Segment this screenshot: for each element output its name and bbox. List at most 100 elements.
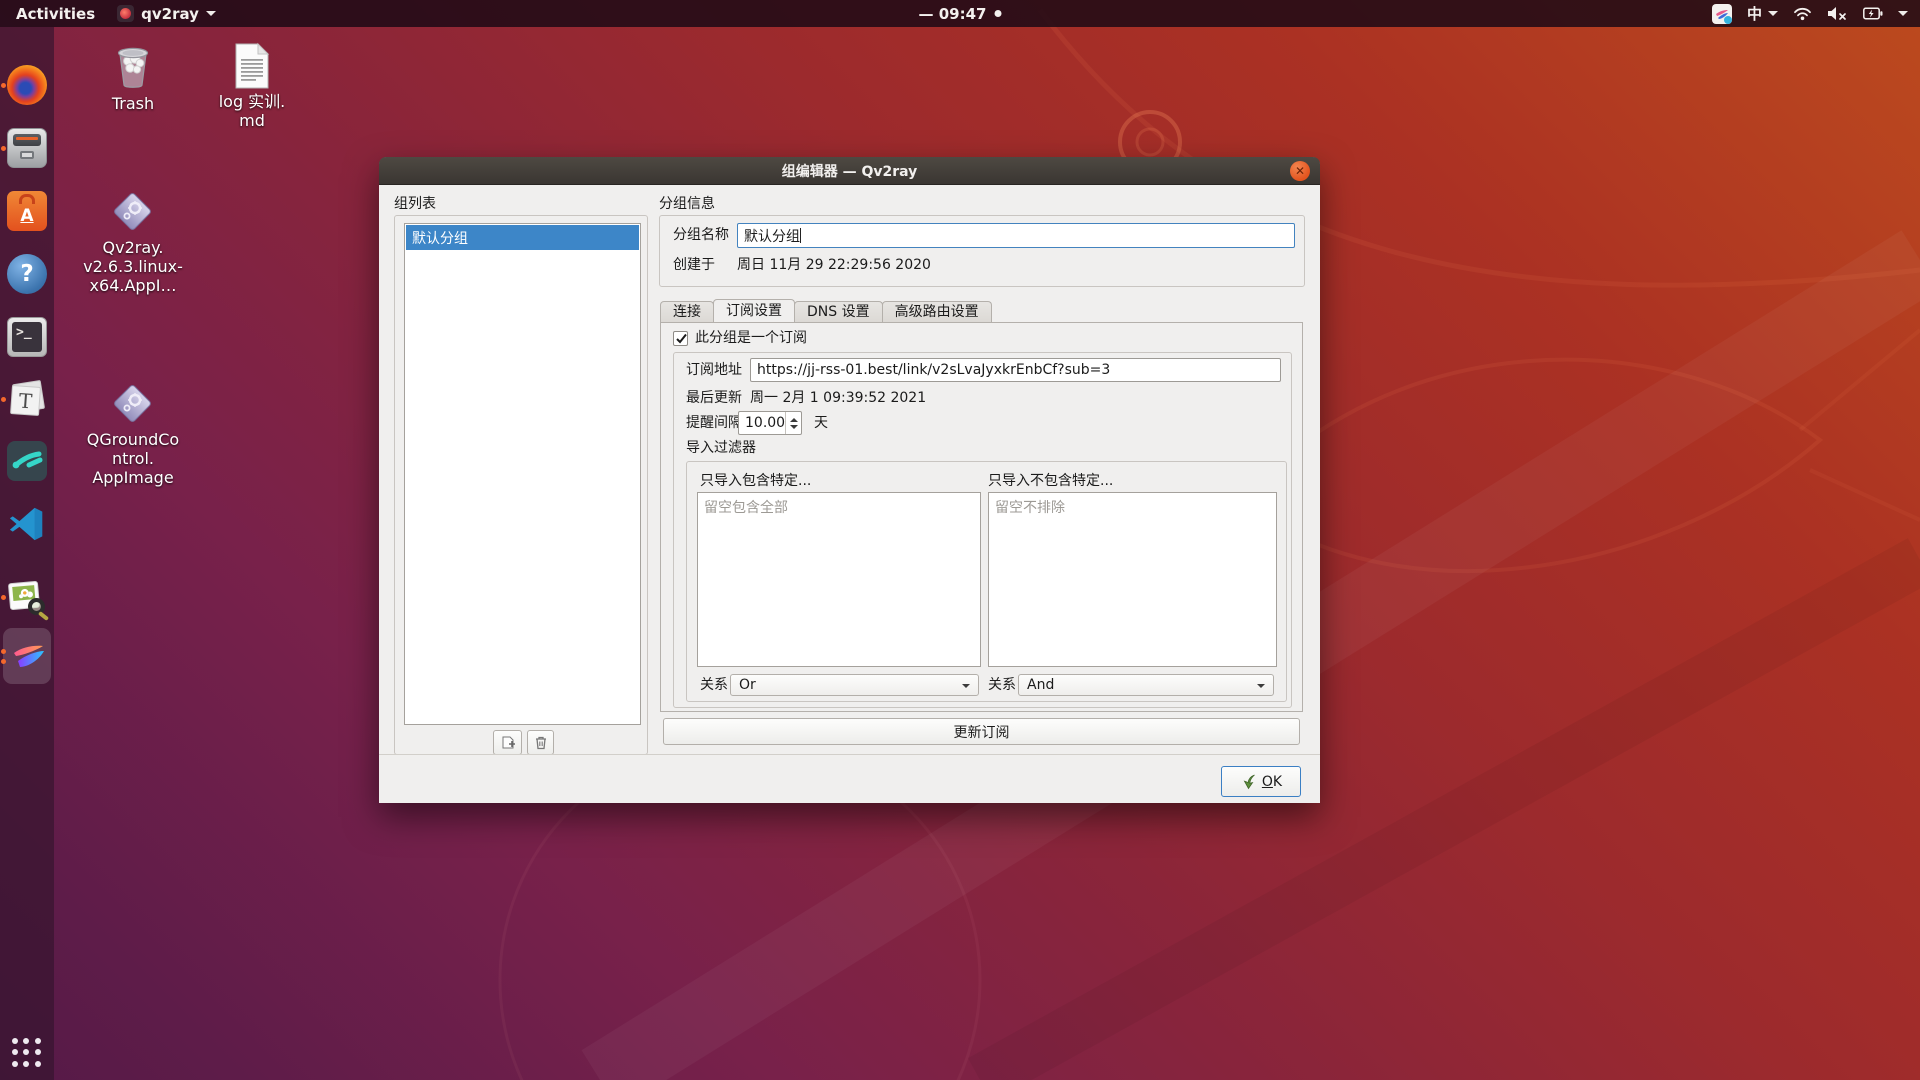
desktop-icon-trash[interactable]: Trash: [73, 42, 193, 113]
firefox-icon: [7, 65, 47, 105]
group-list[interactable]: 默认分组: [404, 223, 641, 725]
appimage-icon: [109, 188, 157, 236]
dock-help[interactable]: ?: [7, 254, 47, 294]
exclude-relation-value: And: [1027, 677, 1054, 693]
dock-ubuntu-software[interactable]: A: [7, 191, 47, 231]
is-subscription-checkbox[interactable]: [673, 331, 688, 346]
include-relation-combobox[interactable]: Or: [730, 674, 979, 696]
volume-muted-icon: [1827, 6, 1848, 21]
dev-app-icon: [7, 441, 47, 481]
tab-connections[interactable]: 连接: [660, 301, 714, 322]
tab-dns-settings[interactable]: DNS 设置: [794, 301, 883, 322]
ok-label: K: [1273, 774, 1282, 790]
icon-label: QGroundCo: [73, 430, 193, 449]
spin-down-icon[interactable]: [790, 425, 798, 429]
desktop-icon-qv2ray-appimage[interactable]: Qv2ray. v2.6.3.linux- x64.AppI…: [73, 188, 193, 295]
dock-files[interactable]: [7, 128, 47, 168]
tab-advanced-route-settings[interactable]: 高级路由设置: [882, 301, 992, 322]
clock-text: — 09:47: [919, 5, 987, 23]
close-button[interactable]: ✕: [1290, 161, 1310, 181]
delete-group-button[interactable]: [527, 730, 554, 755]
is-subscription-label: 此分组是一个订阅: [695, 326, 807, 351]
group-list-box: 默认分组: [394, 215, 648, 755]
created-at-value: 周日 11月 29 22:29:56 2020: [737, 254, 931, 276]
update-subscription-button[interactable]: 更新订阅: [663, 718, 1300, 745]
activities-button[interactable]: Activities: [10, 5, 101, 23]
running-indicator: [1, 146, 6, 151]
help-icon: ?: [7, 254, 47, 294]
spin-up-icon[interactable]: [790, 418, 798, 422]
top-bar: Activities qv2ray — 09:47 中: [0, 0, 1920, 27]
add-group-button[interactable]: [493, 730, 522, 755]
dock: A ? >_ T: [0, 27, 54, 1080]
chevron-down-icon[interactable]: [1898, 11, 1908, 16]
terminal-icon: >_: [7, 317, 47, 357]
include-filter-header: 只导入包含特定...: [700, 470, 811, 490]
exclude-filter-textarea[interactable]: [988, 492, 1277, 667]
import-filters-box: 只导入包含特定... 只导入不包含特定... 关系 Or 关系 And: [686, 461, 1287, 702]
dialog-title: 组编辑器 — Qv2ray: [782, 161, 918, 181]
update-interval-spinner[interactable]: 10.00: [738, 411, 802, 435]
dock-vscode[interactable]: [7, 504, 47, 544]
ubuntu-software-icon: A: [7, 191, 47, 231]
icon-label: x64.AppI…: [73, 276, 193, 295]
show-applications-icon[interactable]: [12, 1038, 42, 1068]
created-at-label: 创建于: [673, 254, 715, 276]
include-relation-value: Or: [739, 677, 756, 693]
icon-label: AppImage: [73, 468, 193, 487]
interval-value: 10.00: [745, 412, 785, 434]
include-filter-textarea[interactable]: [697, 492, 981, 667]
chevron-down-icon: [1257, 684, 1265, 688]
notification-dot-icon: [994, 10, 1001, 17]
last-updated-value: 周一 2月 1 09:39:52 2021: [750, 387, 926, 409]
last-updated-label: 最后更新: [686, 387, 742, 409]
battery-icon: [1863, 7, 1883, 20]
interval-unit-label: 天: [814, 411, 828, 435]
running-indicator: [1, 397, 6, 402]
add-document-icon: [500, 735, 516, 751]
dock-firefox[interactable]: [7, 65, 47, 105]
clock[interactable]: — 09:47: [919, 5, 1002, 23]
files-icon: [7, 128, 47, 168]
icon-label: Trash: [73, 94, 193, 113]
group-name-input[interactable]: [737, 223, 1295, 248]
appimage-icon: [109, 380, 157, 428]
system-tray: 中: [1712, 3, 1908, 24]
chevron-down-icon: [1768, 11, 1778, 16]
running-indicator: [1, 595, 6, 600]
include-relation-label: 关系: [700, 674, 728, 696]
exclude-relation-label: 关系: [988, 674, 1016, 696]
spinner-arrows[interactable]: [785, 412, 801, 434]
wifi-icon: [1793, 6, 1812, 21]
dock-image-viewer[interactable]: [7, 577, 47, 617]
subscription-details-box: 订阅地址 最后更新 周一 2月 1 09:39:52 2021 提醒间隔 10.…: [673, 352, 1292, 708]
icon-label: ntrol.: [73, 449, 193, 468]
list-item[interactable]: 默认分组: [406, 225, 639, 250]
icon-label: log 实训.: [192, 92, 312, 111]
update-interval-label: 提醒间隔: [686, 411, 742, 435]
icon-label: md: [192, 111, 312, 130]
trash-icon: [534, 735, 548, 750]
dock-qv2ray[interactable]: [7, 636, 47, 676]
group-info-box: 分组名称 创建于 周日 11月 29 22:29:56 2020: [659, 215, 1305, 287]
text-caret: [800, 228, 801, 243]
ok-button[interactable]: OK: [1221, 766, 1301, 797]
dialog-titlebar[interactable]: 组编辑器 — Qv2ray ✕: [379, 157, 1320, 185]
dock-terminal[interactable]: >_: [7, 317, 47, 357]
input-method-indicator[interactable]: 中: [1747, 3, 1778, 24]
qv2ray-tray-icon[interactable]: [1712, 4, 1732, 24]
app-menu[interactable]: qv2ray: [117, 5, 216, 23]
group-list-label: 组列表: [394, 193, 436, 213]
subscription-address-input[interactable]: [750, 358, 1281, 382]
qv2ray-app-icon: [117, 5, 134, 22]
ok-label-accel: O: [1262, 774, 1273, 790]
tab-subscription-settings[interactable]: 订阅设置: [713, 299, 795, 322]
image-viewer-icon: [7, 577, 47, 617]
desktop-icon-qgroundcontrol-appimage[interactable]: QGroundCo ntrol. AppImage: [73, 380, 193, 487]
chevron-down-icon: [962, 684, 970, 688]
desktop-icon-log-md[interactable]: log 实训. md: [192, 42, 312, 130]
dock-dev-app[interactable]: [7, 441, 47, 481]
dock-text-editor[interactable]: T: [7, 379, 47, 419]
exclude-relation-combobox[interactable]: And: [1018, 674, 1274, 696]
app-menu-label: qv2ray: [141, 5, 199, 23]
